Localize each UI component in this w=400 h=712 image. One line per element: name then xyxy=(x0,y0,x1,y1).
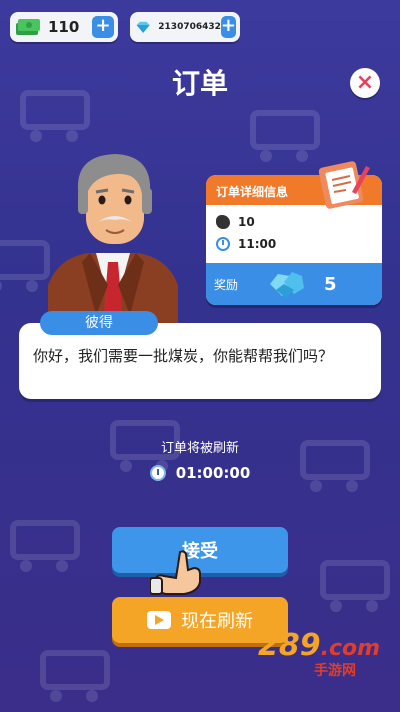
npc-portrait xyxy=(48,154,178,330)
refresh-countdown: 01:00:00 xyxy=(175,464,251,482)
add-gems-button[interactable]: + xyxy=(220,16,236,38)
refresh-label: 订单将被刷新 xyxy=(160,441,239,456)
reward-row: 奖励 5 xyxy=(206,263,382,305)
coal-amount: 10 xyxy=(238,215,255,229)
coal-row: 10 xyxy=(206,211,382,233)
gem-icon xyxy=(136,21,150,33)
gem-pile-icon xyxy=(270,272,304,298)
refresh-timer: 01:00:00 xyxy=(0,464,400,482)
npc-message: 你好，我们需要一批煤炭，你能帮帮我们吗？ xyxy=(33,347,334,365)
coal-icon xyxy=(216,215,230,229)
time-row: 11:00 xyxy=(206,233,382,255)
reward-value: 5 xyxy=(324,273,337,295)
watermark-logo: 289.com xyxy=(258,628,380,663)
video-ad-icon xyxy=(147,611,171,629)
npc-name-tag: 彼得 xyxy=(40,311,158,335)
order-time: 11:00 xyxy=(238,237,277,251)
add-cash-button[interactable]: + xyxy=(92,16,114,38)
watermark-brand: 289 xyxy=(258,628,321,663)
cash-icon xyxy=(16,19,40,35)
clock-icon xyxy=(216,237,230,251)
page-title: 订单 xyxy=(171,67,228,100)
gem-counter: 2130706432 + xyxy=(130,12,240,42)
clipboard-icon xyxy=(318,161,370,209)
reward-label: 奖励 xyxy=(214,277,239,292)
close-icon: × xyxy=(355,70,375,95)
refresh-now-label: 现在刷新 xyxy=(181,611,253,632)
tutorial-hand-icon xyxy=(150,550,201,595)
timer-clock-icon xyxy=(149,465,166,481)
cash-counter: 110 + xyxy=(10,12,118,42)
close-button[interactable]: × xyxy=(350,68,380,98)
watermark-domain: .com xyxy=(320,636,381,661)
watermark-subtitle: 手游网 xyxy=(314,663,356,679)
gem-value: 2130706432 xyxy=(158,22,221,32)
cash-value: 110 xyxy=(48,18,80,36)
